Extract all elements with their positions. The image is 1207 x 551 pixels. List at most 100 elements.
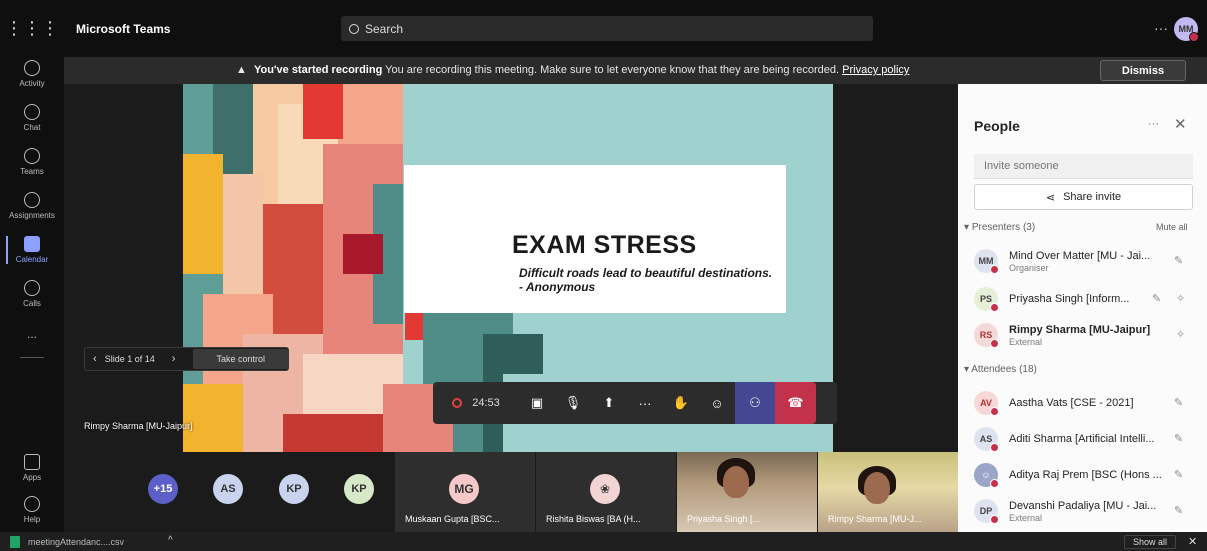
person-name: Priyasha Singh [Inform... [1009, 293, 1130, 305]
mute-all-button[interactable]: Mute all [1156, 222, 1188, 232]
share-icon: ⋖ [1045, 191, 1056, 204]
person-row[interactable]: MM Mind Over Matter [MU - Jai... Organis… [974, 244, 1199, 276]
person-row[interactable]: ☺ Aditya Raj Prem [BSC (Hons ... ✎ [974, 458, 1199, 490]
mic-off-icon: ✎ [1174, 469, 1184, 481]
participant-bubble[interactable]: KP [279, 474, 309, 504]
invite-input[interactable] [974, 154, 1193, 179]
mic-off-icon: ✎ [1174, 397, 1184, 409]
participant-strip: +15 AS KP KP MG Muskaan Gupta [BSC... ❀ … [64, 452, 958, 532]
participant-video-tile[interactable]: Rimpy Sharma [MU-J... [818, 452, 958, 532]
rail-more[interactable]: ... [0, 312, 64, 356]
download-bar: meetingAttendanc....csv ^ Show all ✕ [0, 532, 1207, 551]
avatar: PS [974, 287, 999, 312]
apps-icon [24, 454, 40, 470]
meeting-controls: 24:53 ▣ 🎙 ⬆ ··· ✋ ☺ ⚇ ☎ [433, 382, 837, 424]
person-role: External [1009, 513, 1043, 523]
download-item[interactable]: meetingAttendanc....csv [10, 536, 124, 548]
person-name: Aditya Raj Prem [BSC (Hons ... [1009, 469, 1162, 481]
mic-off-icon[interactable]: 🎙 [555, 382, 591, 424]
next-slide-icon[interactable]: › [164, 353, 184, 365]
person-name: Mind Over Matter [MU - Jai... [1009, 250, 1151, 262]
slide-title: EXAM STRESS [512, 231, 697, 259]
person-name: Aditi Sharma [Artificial Intelli... [1009, 433, 1155, 445]
attendees-header[interactable]: ▾ Attendees (18) [964, 364, 1037, 375]
app-title: Microsoft Teams [76, 22, 171, 36]
banner-body-text: You are recording this meeting. Make sur… [385, 64, 840, 76]
title-bar: Microsoft Teams Search ··· MM [64, 0, 1207, 57]
search-box[interactable]: Search [341, 16, 873, 41]
privacy-policy-link[interactable]: Privacy policy [842, 64, 909, 76]
chat-icon[interactable]: ☺ [699, 382, 735, 424]
recording-banner: ▲ You've started recording You are recor… [64, 57, 1207, 84]
rail-divider [20, 357, 44, 358]
more-options-icon[interactable]: ··· [1154, 20, 1168, 36]
panel-more-icon[interactable]: ··· [1148, 118, 1159, 130]
participant-face [864, 472, 890, 504]
avatar: MM [974, 249, 999, 274]
mic-off-icon: ✎ [1174, 433, 1184, 445]
people-panel: People ··· ✕ ⋖ Share invite ▾ Presenters… [958, 84, 1207, 532]
participant-face [723, 466, 749, 498]
rail-activity[interactable]: Activity [0, 52, 64, 96]
mic-off-icon: ✎ [1152, 293, 1162, 305]
participant-name: Rimpy Sharma [MU-J... [828, 514, 922, 524]
rail-assignments[interactable]: Assignments [0, 184, 64, 228]
person-row[interactable]: AS Aditi Sharma [Artificial Intelli... ✎ [974, 422, 1199, 454]
user-avatar[interactable]: MM [1174, 17, 1199, 42]
warning-icon: ▲ [236, 64, 247, 76]
hang-up-icon[interactable]: ☎ [775, 382, 816, 424]
photo-avatar-icon: ☺ [974, 463, 999, 488]
banner-message: ▲ You've started recording You are recor… [236, 64, 909, 76]
rail-chat[interactable]: Chat [0, 96, 64, 140]
rail-teams[interactable]: Teams [0, 140, 64, 184]
person-role: External [1009, 337, 1043, 347]
participant-video-tile[interactable]: Priyasha Singh [... [677, 452, 817, 532]
share-invite-label: Share invite [1063, 191, 1122, 203]
rail-help[interactable]: Help [0, 488, 64, 532]
person-row[interactable]: DP Devanshi Padaliya [MU - Jai... Extern… [974, 494, 1199, 526]
rail-apps[interactable]: Apps [0, 446, 64, 490]
show-all-button[interactable]: Show all [1124, 535, 1176, 549]
take-control-button[interactable]: Take control [193, 349, 288, 369]
participant-name: Muskaan Gupta [BSC... [405, 514, 500, 524]
app-launcher-icon[interactable]: ⋮⋮⋮ [0, 0, 64, 57]
app-rail: ⋮⋮⋮ Activity Chat Teams Assignments Cale… [0, 0, 64, 532]
overflow-participants[interactable]: +15 [148, 474, 178, 504]
close-icon[interactable]: ✕ [1174, 115, 1187, 133]
share-content-icon[interactable]: ⬆ [591, 382, 627, 424]
people-icon[interactable]: ⚇ [735, 382, 775, 424]
person-row[interactable]: PS Priyasha Singh [Inform... ✎ ✧ [974, 282, 1199, 314]
chevron-up-icon[interactable]: ^ [168, 535, 173, 546]
avatar: DP [974, 499, 999, 524]
download-filename: meetingAttendanc....csv [28, 537, 125, 547]
person-name: Aastha Vats [CSE - 2021] [1009, 397, 1134, 409]
pin-icon[interactable]: ✧ [1176, 292, 1185, 305]
pin-icon[interactable]: ✧ [1176, 328, 1185, 341]
participant-tile[interactable]: MG Muskaan Gupta [BSC... [395, 452, 535, 532]
close-icon[interactable]: ✕ [1188, 535, 1197, 548]
dismiss-button[interactable]: Dismiss [1100, 60, 1186, 81]
bell-icon [24, 60, 40, 76]
participant-bubble[interactable]: KP [344, 474, 374, 504]
rail-calls[interactable]: Calls [0, 272, 64, 316]
more-actions-icon[interactable]: ··· [627, 382, 663, 424]
previous-slide-icon[interactable]: ‹ [85, 353, 105, 365]
calendar-icon [24, 236, 40, 252]
participant-tile[interactable]: ❀ Rishita Biswas [BA (H... [536, 452, 676, 532]
person-row[interactable]: AV Aastha Vats [CSE - 2021] ✎ [974, 386, 1199, 418]
camera-off-icon[interactable]: ▣ [519, 382, 555, 424]
recording-dot-icon [452, 398, 463, 408]
raise-hand-icon[interactable]: ✋ [663, 382, 699, 424]
person-row[interactable]: RS Rimpy Sharma [MU-Jaipur] External ✧ [974, 318, 1199, 350]
recording-timer: 24:53 [433, 382, 519, 424]
rose-avatar-icon: ❀ [590, 474, 620, 504]
csv-file-icon [10, 536, 20, 548]
person-role: Organiser [1009, 263, 1049, 273]
share-invite-button[interactable]: ⋖ Share invite [974, 184, 1193, 210]
participant-bubble[interactable]: AS [213, 474, 243, 504]
rail-calendar[interactable]: Calendar [0, 228, 64, 272]
person-name: Devanshi Padaliya [MU - Jai... [1009, 500, 1157, 512]
presenters-header[interactable]: ▾ Presenters (3) [964, 222, 1035, 233]
assignments-icon [24, 192, 40, 208]
mic-off-icon: ✎ [1174, 255, 1184, 267]
